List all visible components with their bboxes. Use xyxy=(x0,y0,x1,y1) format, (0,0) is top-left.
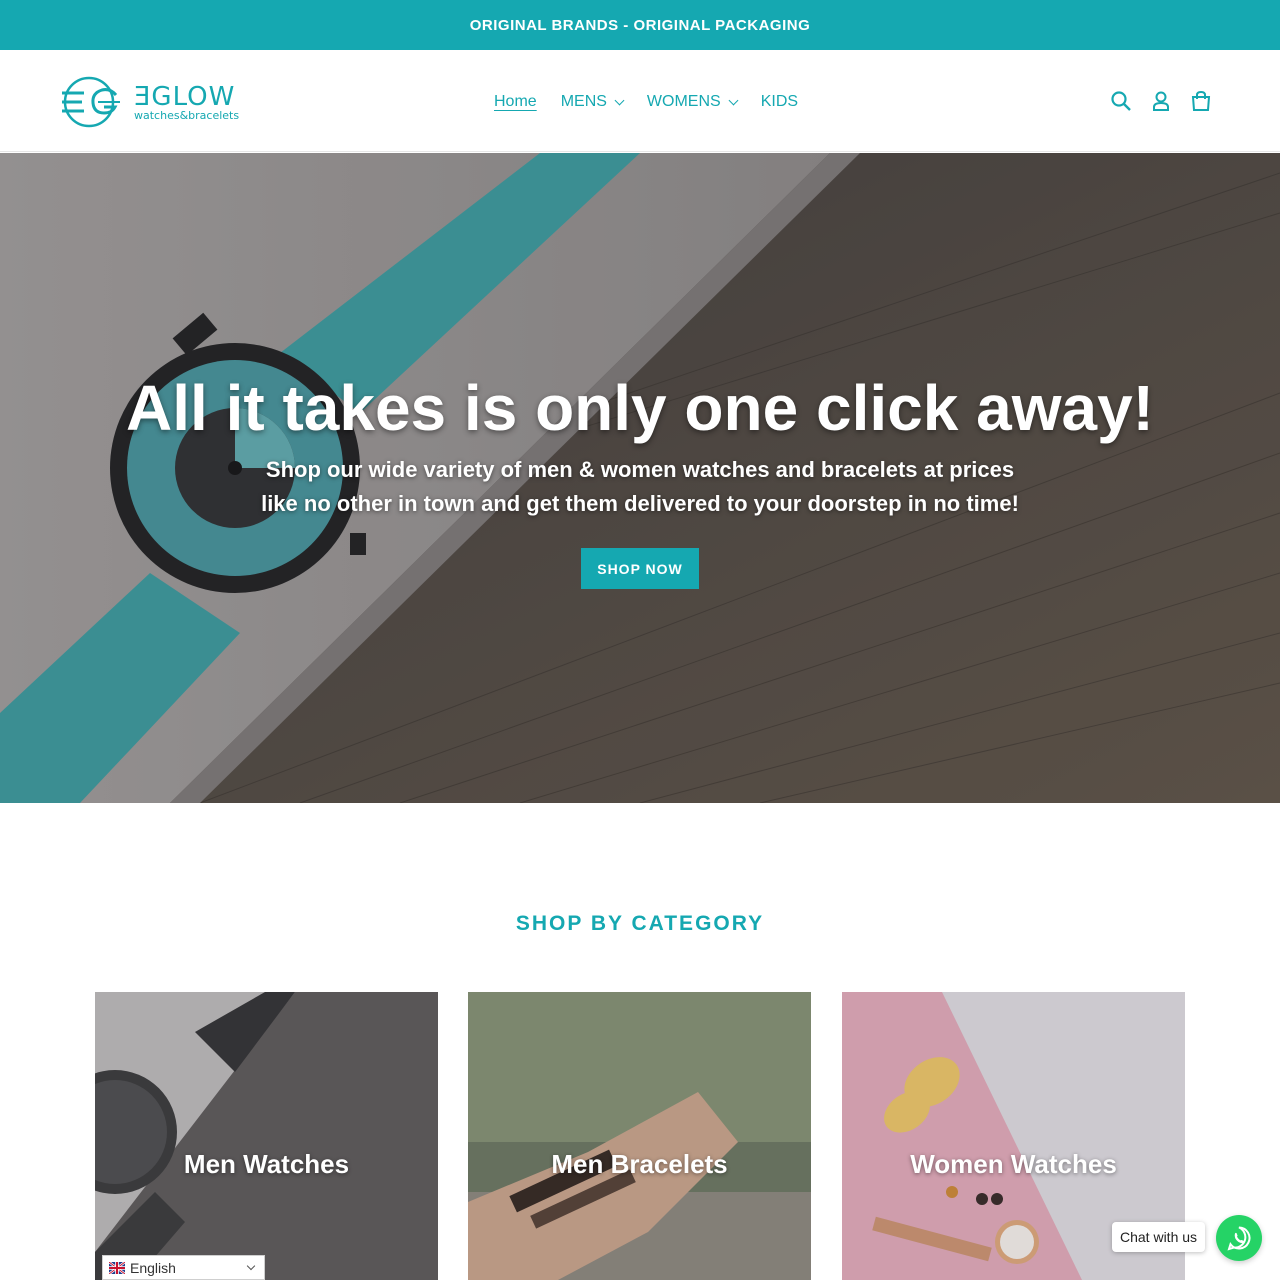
site-header: ƎGLOW watches&bracelets Home MENS WOMENS… xyxy=(0,50,1280,152)
nav-mens-label: MENS xyxy=(560,93,607,110)
shop-now-button[interactable]: SHOP NOW xyxy=(581,548,699,589)
category-card-men-bracelets[interactable]: Men Bracelets xyxy=(468,992,811,1280)
main-nav: Home MENS WOMENS KIDS xyxy=(494,90,822,114)
category-label: Men Bracelets xyxy=(551,1149,728,1179)
nav-womens[interactable]: WOMENS xyxy=(646,93,739,111)
nav-womens-label: WOMENS xyxy=(646,93,721,110)
nav-home[interactable]: Home xyxy=(494,93,537,111)
category-label: Women Watches xyxy=(910,1149,1117,1179)
chevron-down-icon xyxy=(614,95,625,105)
chevron-down-icon xyxy=(246,1261,256,1271)
logo-name: ƎGLOW xyxy=(134,82,236,112)
nav-kids-label: KIDS xyxy=(760,93,799,110)
men-bracelets-image xyxy=(468,992,811,1280)
hero-subtitle: Shop our wide variety of men & women wat… xyxy=(240,453,1040,521)
nav-kids[interactable]: KIDS xyxy=(761,93,798,111)
whatsapp-icon xyxy=(1227,1226,1251,1251)
logo-mark-icon xyxy=(62,76,120,128)
cart-icon[interactable] xyxy=(1188,88,1214,114)
hero-subtitle-line-1: Shop our wide variety of men & women wat… xyxy=(265,457,1015,482)
whatsapp-chat-button[interactable] xyxy=(1216,1215,1262,1261)
uk-flag-icon xyxy=(109,1261,125,1274)
chevron-down-icon xyxy=(728,95,739,105)
nav-home-label: Home xyxy=(494,93,537,110)
category-section-title: SHOP BY CATEGORY xyxy=(515,912,765,935)
men-watches-image xyxy=(95,992,438,1280)
hero-banner: All it takes is only one click away! Sho… xyxy=(0,153,1280,803)
category-label: Men Watches xyxy=(183,1149,350,1179)
language-selector[interactable]: English xyxy=(102,1255,265,1280)
logo[interactable]: ƎGLOW watches&bracelets xyxy=(58,76,258,128)
hero-subtitle-line-2: like no other in town and get them deliv… xyxy=(261,491,1019,516)
search-icon[interactable] xyxy=(1108,88,1134,114)
header-icons xyxy=(1108,88,1228,114)
account-icon[interactable] xyxy=(1148,88,1174,114)
nav-mens[interactable]: MENS xyxy=(560,93,625,111)
announcement-bar: ORIGINAL BRANDS - ORIGINAL PACKAGING xyxy=(0,0,1280,50)
language-label: English xyxy=(130,1259,176,1276)
chat-label[interactable]: Chat with us xyxy=(1112,1222,1206,1252)
announcement-text: ORIGINAL BRANDS - ORIGINAL PACKAGING xyxy=(469,16,811,34)
hero-title: All it takes is only one click away! xyxy=(126,372,1154,444)
logo-tagline: watches&bracelets xyxy=(134,109,240,122)
category-card-men-watches[interactable]: Men Watches xyxy=(95,992,438,1280)
